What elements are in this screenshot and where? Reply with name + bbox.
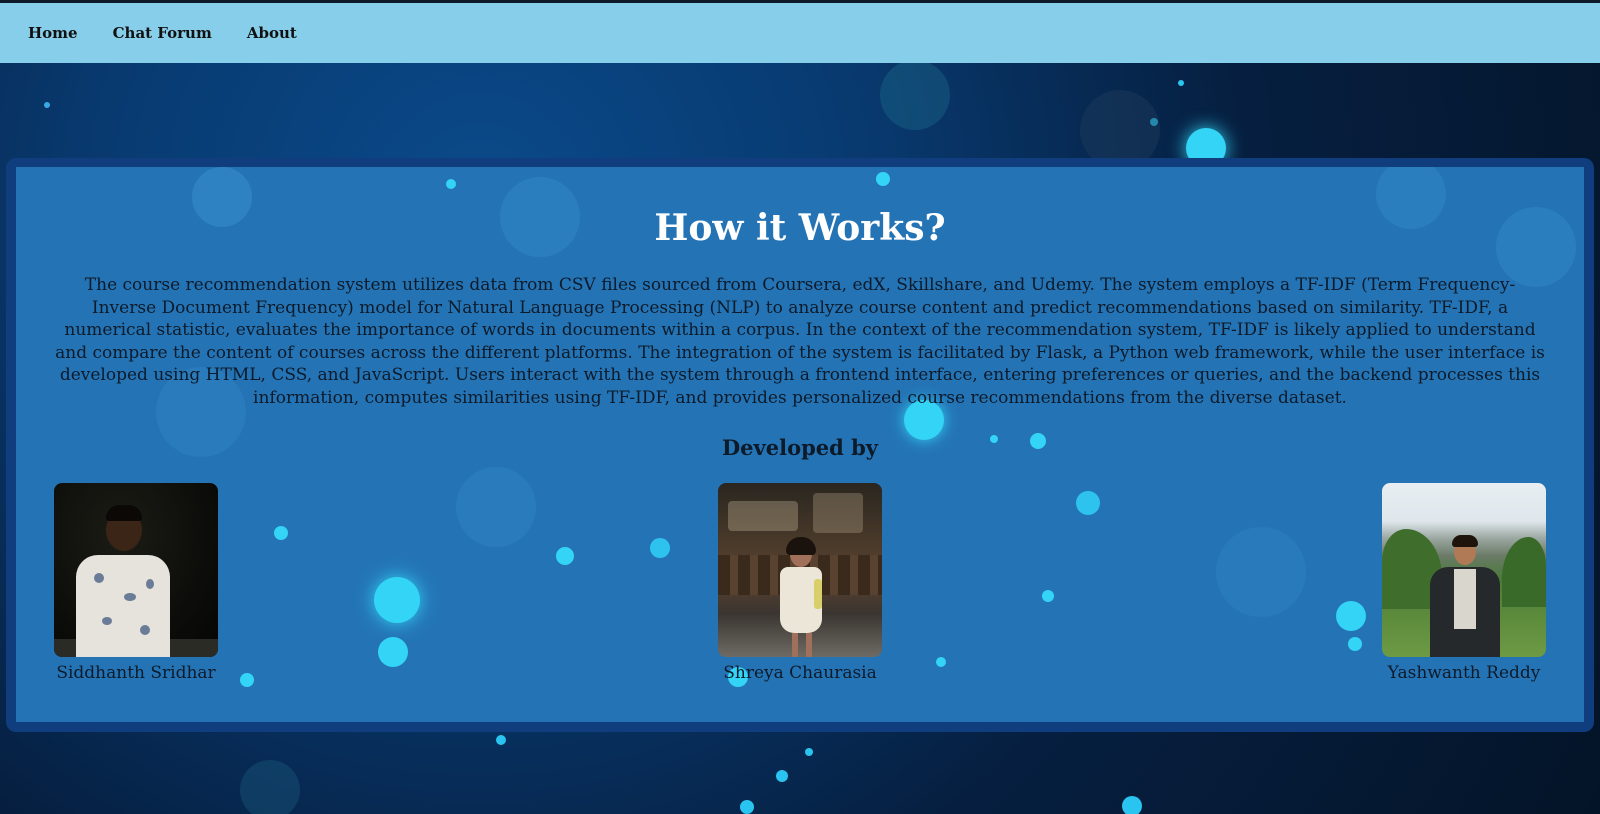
developer-photo [54,483,218,657]
developed-by-heading: Developed by [721,435,879,460]
page-title: How it Works? [654,207,946,249]
developer-name: Siddhanth Sridhar [56,663,216,683]
nav-home-link[interactable]: Home [28,24,78,42]
developer-card: Yashwanth Reddy [1382,483,1546,683]
nav-chat-forum-link[interactable]: Chat Forum [113,24,212,42]
developer-card: Shreya Chaurasia [718,483,882,683]
developer-card: Siddhanth Sridhar [54,483,218,683]
developer-name: Yashwanth Reddy [1387,663,1541,683]
developer-photo [1382,483,1546,657]
navbar: Home Chat Forum About [0,3,1600,63]
developer-name: Shreya Chaurasia [723,663,877,683]
how-it-works-panel: How it Works? The course recommendation … [16,167,1584,722]
description-text: The course recommendation system utilize… [55,275,1545,408]
nav-about-link[interactable]: About [247,24,297,42]
developer-photo [718,483,882,657]
